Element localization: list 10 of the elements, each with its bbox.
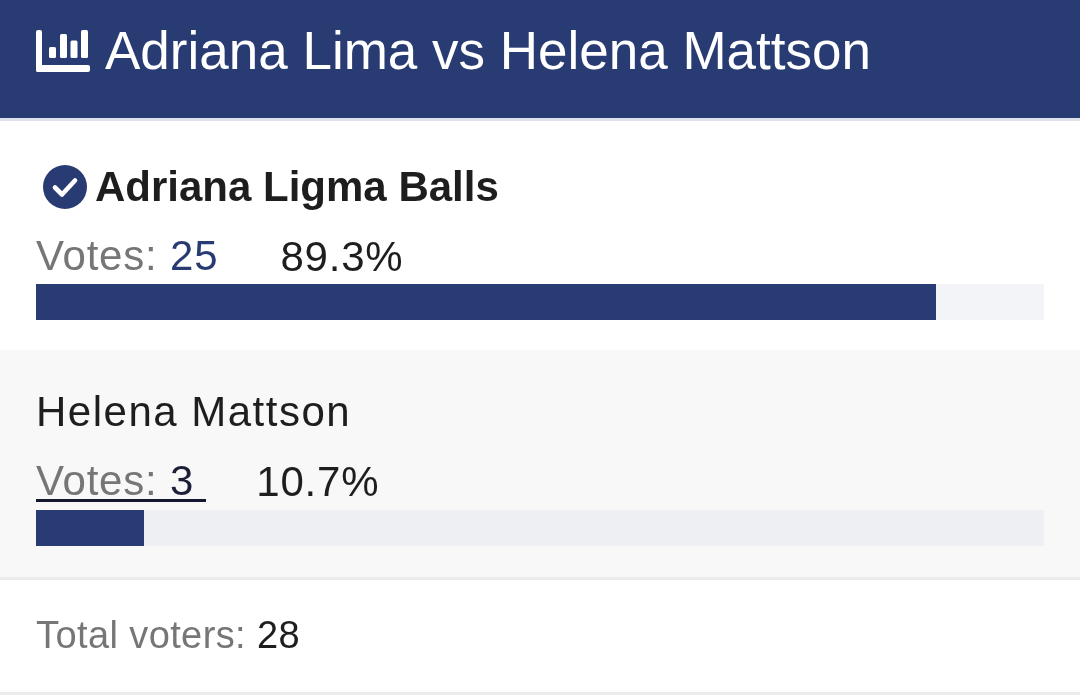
vote-percentage: 10.7% [256,458,380,506]
check-circle-icon [43,165,87,209]
votes-link[interactable]: Votes: 3 [36,461,207,503]
bar-chart-icon [36,30,90,72]
votes-link[interactable]: Votes: 25 [36,236,231,278]
total-voters-text: Total voters: 28 [36,613,301,657]
poll-title: Adriana Lima vs Helena Mattson [105,20,871,82]
option-name: Adriana Ligma Balls [95,163,499,211]
option-name: Helena Mattson [36,388,352,436]
vote-percentage: 89.3% [280,233,404,281]
